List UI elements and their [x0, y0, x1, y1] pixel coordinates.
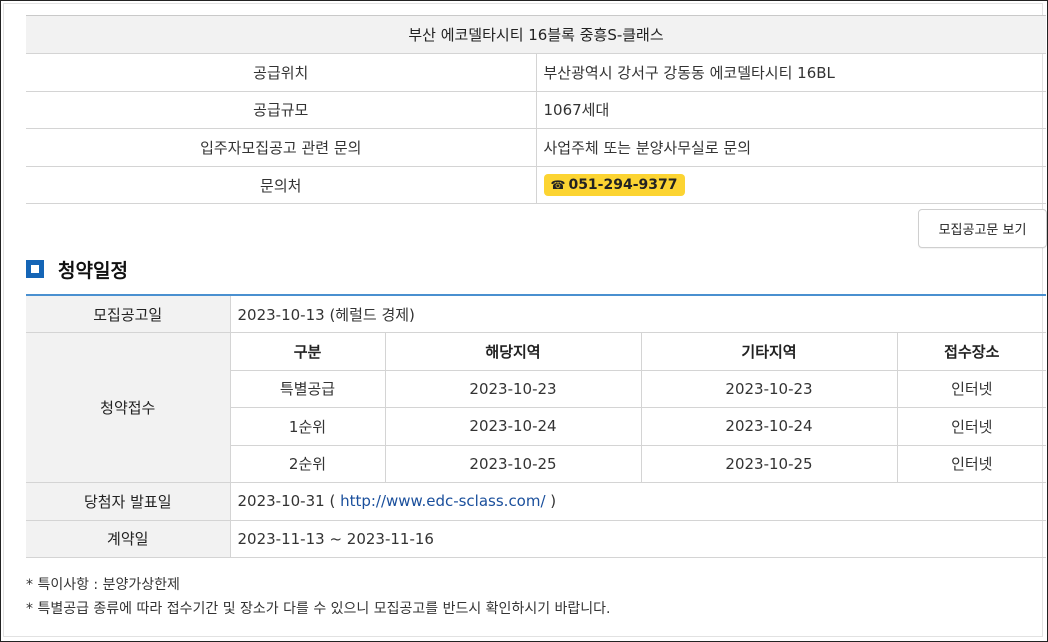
cell-category: 2순위 [230, 445, 386, 483]
col-header-place: 접수장소 [897, 332, 1047, 371]
contract-date-value: 2023-11-13 ~ 2023-11-16 [230, 520, 1047, 558]
col-header-local: 해당지역 [385, 332, 642, 371]
application-note: * 특별공급 종류에 따라 접수기간 및 장소가 다를 수 있으니 모집공고를 … [26, 601, 611, 617]
view-notice-button[interactable]: 모집공고문 보기 [918, 209, 1047, 248]
cell-other-date: 2023-10-23 [641, 370, 898, 408]
cell-other-date: 2023-10-25 [641, 445, 898, 483]
contact-label: 문의처 [26, 166, 537, 205]
supply-scale-label: 공급규모 [26, 91, 537, 130]
inquiry-value: 사업주체 또는 분양사무실로 문의 [536, 128, 1046, 167]
supply-location-label: 공급위치 [26, 53, 537, 92]
supply-scale-value: 1067세대 [536, 91, 1046, 130]
winner-date-label: 당첨자 발표일 [26, 482, 231, 521]
winner-close: ) [545, 492, 557, 511]
application-label: 청약접수 [26, 332, 231, 483]
table-row: 공급위치 부산광역시 강서구 강동동 에코델타시티 16BL [26, 53, 1046, 92]
table-row: 문의처 ☎ 051-294-9377 [26, 166, 1046, 205]
announce-date-label: 모집공고일 [26, 295, 231, 333]
supply-info-table: 부산 에코델타시티 16블록 중흥S-클래스 공급위치 부산광역시 강서구 강동… [26, 15, 1046, 205]
phone-button[interactable]: ☎ 051-294-9377 [543, 174, 685, 197]
table-row: 입주자모집공고 관련 문의 사업주체 또는 분양사무실로 문의 [26, 128, 1046, 167]
special-note: * 특이사항 : 분양가상한제 [26, 577, 180, 593]
contact-value: ☎ 051-294-9377 [536, 166, 1046, 205]
inquiry-label: 입주자모집공고 관련 문의 [26, 128, 537, 167]
table-row: 공급규모 1067세대 [26, 91, 1046, 130]
cell-local-date: 2023-10-25 [385, 445, 642, 483]
table-row: 당첨자 발표일 2023-10-31 ( http://www.edc-scla… [26, 482, 1047, 521]
announce-date-value: 2023-10-13 (헤럴드 경제) [230, 295, 1047, 333]
table-row: 모집공고일 2023-10-13 (헤럴드 경제) [26, 295, 1047, 333]
cell-local-date: 2023-10-24 [385, 407, 642, 446]
cell-category: 1순위 [230, 407, 386, 446]
schedule-table: 모집공고일 2023-10-13 (헤럴드 경제) 청약접수 구분 해당지역 기… [26, 294, 1047, 558]
section-title: 청약일정 [58, 259, 128, 282]
complex-title: 부산 에코델타시티 16블록 중흥S-클래스 [26, 15, 1046, 54]
winner-date: 2023-10-31 ( [237, 492, 341, 511]
col-header-category: 구분 [230, 332, 386, 371]
cell-local-date: 2023-10-23 [385, 370, 642, 408]
winner-link[interactable]: http://www.edc-sclass.com/ [340, 492, 545, 510]
phone-number: 051-294-9377 [568, 177, 678, 194]
contract-date-label: 계약일 [26, 520, 231, 558]
cell-other-date: 2023-10-24 [641, 407, 898, 446]
cell-category: 특별공급 [230, 370, 386, 408]
table-row: 계약일 2023-11-13 ~ 2023-11-16 [26, 520, 1047, 558]
table-row: 청약접수 구분 해당지역 기타지역 접수장소 [26, 332, 1047, 483]
square-bullet-icon [26, 260, 44, 278]
winner-date-value: 2023-10-31 ( http://www.edc-sclass.com/ … [230, 482, 1047, 521]
supply-location-value: 부산광역시 강서구 강동동 에코델타시티 16BL [536, 53, 1046, 92]
cell-place: 인터넷 [897, 370, 1047, 408]
cell-place: 인터넷 [897, 407, 1047, 446]
section-header: 청약일정 [26, 255, 128, 283]
phone-icon: ☎ [550, 178, 566, 193]
col-header-other: 기타지역 [641, 332, 898, 371]
cell-place: 인터넷 [897, 445, 1047, 483]
